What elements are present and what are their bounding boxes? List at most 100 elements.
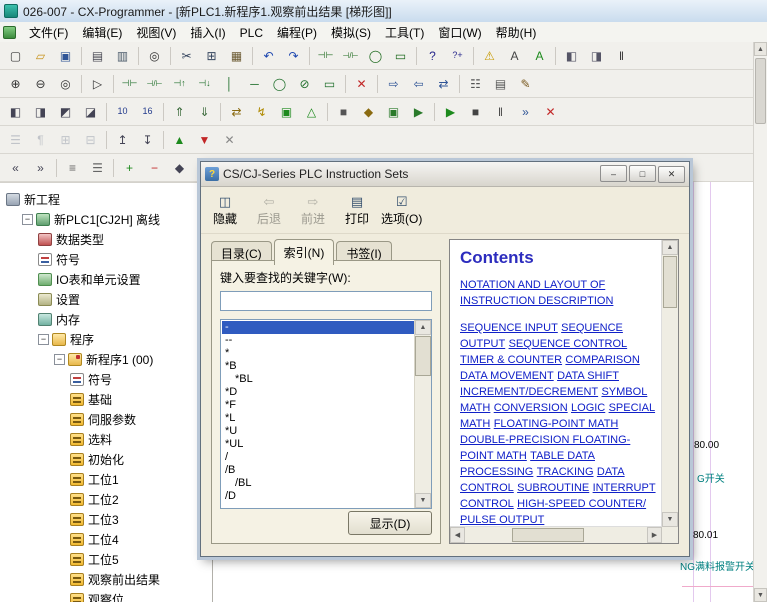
closed-coil-icon[interactable]: ⊘ bbox=[293, 73, 316, 95]
monitor-value-icon[interactable]: A bbox=[528, 45, 551, 67]
tree-item[interactable]: 工位1 bbox=[0, 469, 212, 489]
contents-link[interactable]: CONVERSION bbox=[494, 402, 568, 414]
scroll-up-icon[interactable]: ▲ bbox=[754, 42, 767, 56]
delete-row-icon[interactable]: − bbox=[143, 157, 166, 179]
keyword-list-scrollbar[interactable]: ▲ ▼ bbox=[414, 320, 431, 508]
go-to-icon[interactable]: ◆ bbox=[168, 157, 191, 179]
print-icon[interactable]: ▤ bbox=[86, 45, 109, 67]
sim-stop-icon[interactable]: ■ bbox=[464, 101, 487, 123]
tree-item[interactable]: 伺服参数 bbox=[0, 409, 212, 429]
contents-link[interactable]: SEQUENCE CONTROL bbox=[509, 338, 628, 350]
print-preview-icon[interactable]: ▥ bbox=[111, 45, 134, 67]
contents-link[interactable]: DATA MOVEMENT bbox=[460, 370, 554, 382]
zoom-fit-icon[interactable]: ◎ bbox=[54, 73, 77, 95]
align-all-icon[interactable]: ☰ bbox=[86, 157, 109, 179]
program-mode-icon[interactable]: ■ bbox=[332, 101, 355, 123]
tree-item[interactable]: 基础 bbox=[0, 389, 212, 409]
save-icon[interactable]: ▣ bbox=[54, 45, 77, 67]
watch-window-icon[interactable]: ◩ bbox=[54, 101, 77, 123]
contents-horizontal-scrollbar[interactable]: ◀ ▶ bbox=[450, 526, 662, 543]
select-mode-icon[interactable]: ▷ bbox=[86, 73, 109, 95]
keyword-list-item[interactable]: / bbox=[222, 451, 414, 464]
menu-item[interactable]: 编辑(E) bbox=[75, 24, 129, 42]
contents-link[interactable]: TRACKING bbox=[537, 466, 594, 478]
properties-icon[interactable]: ▤ bbox=[489, 73, 512, 95]
scroll-down-icon[interactable]: ▼ bbox=[415, 493, 431, 508]
display-button[interactable]: 显示(D) bbox=[348, 511, 432, 535]
next-rung-icon[interactable]: ⇓ bbox=[193, 101, 216, 123]
maximize-button[interactable]: □ bbox=[629, 165, 656, 182]
pause-icon[interactable]: ‖ bbox=[610, 45, 633, 67]
tile-windows-icon[interactable]: ◨ bbox=[585, 45, 608, 67]
cut-icon[interactable]: ✂ bbox=[175, 45, 198, 67]
tree-expander-icon[interactable]: − bbox=[54, 354, 65, 365]
address-reference-icon[interactable]: « bbox=[4, 157, 27, 179]
tree-item[interactable]: IO表和单元设置 bbox=[0, 269, 212, 289]
differential-monitor-icon[interactable]: △ bbox=[300, 101, 323, 123]
cross-reference-icon[interactable]: ◪ bbox=[79, 101, 102, 123]
tree-expander-icon[interactable]: − bbox=[22, 214, 33, 225]
zoom-in-icon[interactable]: ⊕ bbox=[4, 73, 27, 95]
monitor-mode-icon[interactable]: ▣ bbox=[382, 101, 405, 123]
section-list-icon[interactable]: ☰ bbox=[4, 129, 27, 151]
keyword-list-item[interactable]: *D bbox=[222, 386, 414, 399]
back-button[interactable]: ⇦后退 bbox=[249, 190, 289, 230]
align-left-icon[interactable]: ≡ bbox=[61, 157, 84, 179]
debug-mode-icon[interactable]: ◆ bbox=[357, 101, 380, 123]
menu-item[interactable]: 编程(P) bbox=[270, 24, 324, 42]
force-reset-icon[interactable]: ▼ bbox=[193, 129, 216, 151]
open-file-icon[interactable]: ▱ bbox=[29, 45, 52, 67]
coil-icon[interactable]: ◯ bbox=[268, 73, 291, 95]
keyword-list-item[interactable]: *UL bbox=[222, 438, 414, 451]
undo-icon[interactable]: ↶ bbox=[257, 45, 280, 67]
sim-step-icon[interactable]: » bbox=[514, 101, 537, 123]
or-closed-contact-icon[interactable]: ⊣↓ bbox=[193, 73, 216, 95]
compare-with-plc-icon[interactable]: ⇄ bbox=[432, 73, 455, 95]
keyword-list-item[interactable]: *F bbox=[222, 399, 414, 412]
menu-item[interactable]: 模拟(S) bbox=[324, 24, 378, 42]
watch-value-icon[interactable]: A bbox=[503, 45, 526, 67]
contents-link[interactable]: FLOATING-POINT MATH bbox=[494, 418, 619, 430]
copy-icon[interactable]: ⊞ bbox=[200, 45, 223, 67]
contents-link[interactable]: SEQUENCE INPUT bbox=[460, 322, 558, 334]
hex-monitor-icon[interactable]: 16 bbox=[136, 101, 159, 123]
find-icon[interactable]: ◎ bbox=[143, 45, 166, 67]
tree-item[interactable]: 选料 bbox=[0, 429, 212, 449]
tree-item[interactable]: 观察位 bbox=[0, 589, 212, 602]
forward-button[interactable]: ⇨前进 bbox=[293, 190, 333, 230]
tree-expander-icon[interactable]: − bbox=[38, 334, 49, 345]
contents-link[interactable]: NOTATION AND LAYOUT OF INSTRUCTION DESCR… bbox=[460, 279, 613, 307]
new-closed-contact-icon[interactable]: ⊣/⊢ bbox=[339, 45, 362, 67]
rung-comment-icon[interactable]: ¶ bbox=[29, 129, 52, 151]
scroll-up-icon[interactable]: ▲ bbox=[415, 320, 431, 335]
contents-link[interactable]: COMPARISON bbox=[565, 354, 639, 366]
or-contact-icon[interactable]: ⊣↑ bbox=[168, 73, 191, 95]
transfer-to-plc-icon[interactable]: ⇨ bbox=[382, 73, 405, 95]
tree-item[interactable]: −新程序1 (00) bbox=[0, 349, 212, 369]
move-rung-up-icon[interactable]: ↥ bbox=[111, 129, 134, 151]
comment-list-icon[interactable]: » bbox=[29, 157, 52, 179]
scroll-thumb[interactable] bbox=[663, 256, 677, 308]
zoom-out-icon[interactable]: ⊖ bbox=[29, 73, 52, 95]
menu-item[interactable]: 帮助(H) bbox=[489, 24, 544, 42]
run-mode-icon[interactable]: ▶ bbox=[407, 101, 430, 123]
hide-button[interactable]: ◫隐藏 bbox=[205, 190, 245, 230]
work-online-icon[interactable]: ⇄ bbox=[225, 101, 248, 123]
warning-icon[interactable]: ⚠ bbox=[478, 45, 501, 67]
contents-link[interactable]: TIMER & COUNTER bbox=[460, 354, 562, 366]
keyword-input[interactable] bbox=[220, 291, 432, 311]
scroll-thumb[interactable] bbox=[755, 58, 766, 124]
redo-icon[interactable]: ↷ bbox=[282, 45, 305, 67]
auto-online-icon[interactable]: ↯ bbox=[250, 101, 273, 123]
cascade-windows-icon[interactable]: ◧ bbox=[560, 45, 583, 67]
new-coil-icon[interactable]: ◯ bbox=[364, 45, 387, 67]
new-contact-icon[interactable]: ⊣⊢ bbox=[314, 45, 337, 67]
move-rung-down-icon[interactable]: ↧ bbox=[136, 129, 159, 151]
tree-item[interactable]: 符号 bbox=[0, 249, 212, 269]
keyword-list-item[interactable]: - bbox=[222, 321, 414, 334]
scroll-thumb[interactable] bbox=[512, 528, 584, 542]
contents-link[interactable]: INCREMENT/DECREMENT bbox=[460, 386, 598, 398]
grid-icon[interactable]: ☷ bbox=[464, 73, 487, 95]
keyword-list-item[interactable]: * bbox=[222, 347, 414, 360]
menu-item[interactable]: 窗口(W) bbox=[431, 24, 488, 42]
